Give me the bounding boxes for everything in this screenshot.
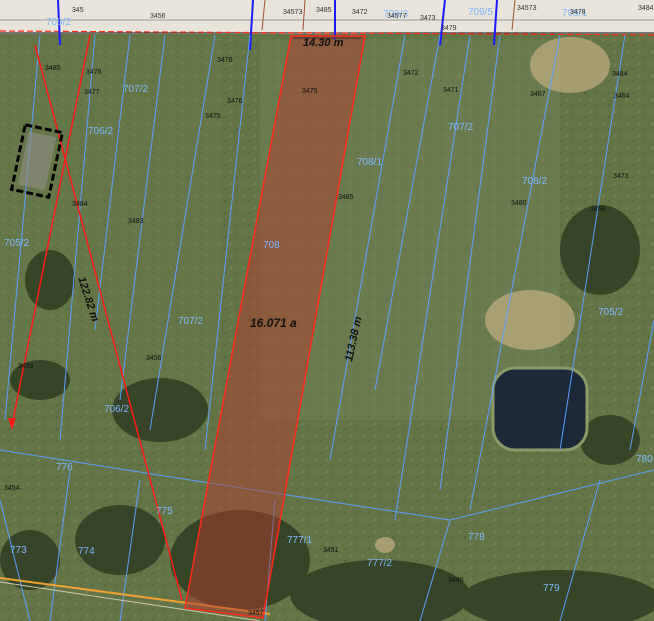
point-number-label: 3471 (443, 87, 459, 94)
parcel-number-label: 776 (56, 462, 73, 473)
parcel-number-label: 779 (543, 583, 560, 594)
parcel-number-label: 780 (636, 454, 653, 465)
parcel-number-label: 706/2 (104, 404, 129, 415)
parcel-number-label: 778 (468, 532, 485, 543)
top-strip-label: 3485 (316, 7, 332, 14)
parcel-number-label: 708/2 (522, 176, 547, 187)
area-label: 16.071 a (250, 316, 297, 330)
parcel-number-label: 709/5 (468, 7, 493, 18)
point-number-label: 3480 (511, 200, 527, 207)
parcel-number-label: 708 (263, 240, 280, 251)
pond (491, 366, 589, 452)
top-strip-label: 3478 (570, 9, 586, 16)
point-number-label: 3472 (403, 70, 419, 77)
point-number-label: 3483 (128, 218, 144, 225)
point-number-label: 3473 (613, 173, 629, 180)
point-number-label: 3485 (338, 194, 354, 201)
point-number-label: 3457 (248, 610, 264, 617)
top-strip-label: 3484 (638, 5, 654, 12)
map-canvas: 709/2709/3 709/5 709/1707/2706/2 707/2708/1… (0, 0, 654, 621)
point-number-label: 3475 (302, 88, 318, 95)
top-strip-label: 345 (72, 7, 84, 14)
parcel-number-label: 775 (156, 506, 173, 517)
top-strip-label: 3473 (420, 15, 436, 22)
point-number-label: 3476 (227, 98, 243, 105)
point-number-label: 3484 (72, 201, 88, 208)
top-strip-label: 3472 (352, 9, 368, 16)
top-strip-label: 34577 (387, 13, 407, 20)
parcel-number-label: 709/2 (46, 17, 71, 28)
parcel-number-label: 708/1 (357, 157, 382, 168)
parcel-number-label: 707/2 (448, 122, 473, 133)
point-number-label: 3485 (45, 65, 61, 72)
top-strip-label: 34573 (283, 9, 303, 16)
field-left-area (0, 40, 220, 390)
point-number-label: 3456 (146, 355, 162, 362)
top-width-label: 14.30 m (303, 37, 344, 49)
point-number-label: 3464 (614, 93, 630, 100)
top-strip-label: 3479 (441, 25, 457, 32)
parcel-number-label: 706/2 (88, 126, 113, 137)
point-number-label: 3451 (323, 547, 339, 554)
point-number-label: 3454 (4, 485, 20, 492)
top-strip-label: 3456 (150, 13, 166, 20)
point-number-label: 3467 (530, 91, 546, 98)
parcel-number-label: 707/2 (123, 84, 148, 95)
parcel-number-label: 705/2 (4, 238, 29, 249)
cadastral-map[interactable]: 709/2 709/3 709/5 709/1 707/2 706/2 707/2 708/1… (0, 0, 654, 621)
parcel-number-label: 773 (10, 545, 27, 556)
parcel-number-label: 777/1 (287, 535, 312, 546)
point-number-label: 3475 (205, 113, 221, 120)
point-number-label: 3478 (217, 57, 233, 64)
parcel-number-label: 777/2 (367, 558, 392, 569)
parcel-number-label: 707/2 (178, 316, 203, 327)
parcel-number-label: 774 (78, 546, 95, 557)
parcel-number-label: 705/2 (598, 307, 623, 318)
point-number-label: 3476 (86, 69, 102, 76)
point-number-label: 3448 (448, 577, 464, 584)
point-number-label: 3459 (18, 363, 34, 370)
point-number-label: 3484 (612, 71, 628, 78)
top-road-strip (0, 0, 654, 34)
point-number-label: 3477 (84, 89, 100, 96)
point-number-label: 3458 (590, 206, 606, 213)
top-strip-label: 34573 (517, 5, 537, 12)
